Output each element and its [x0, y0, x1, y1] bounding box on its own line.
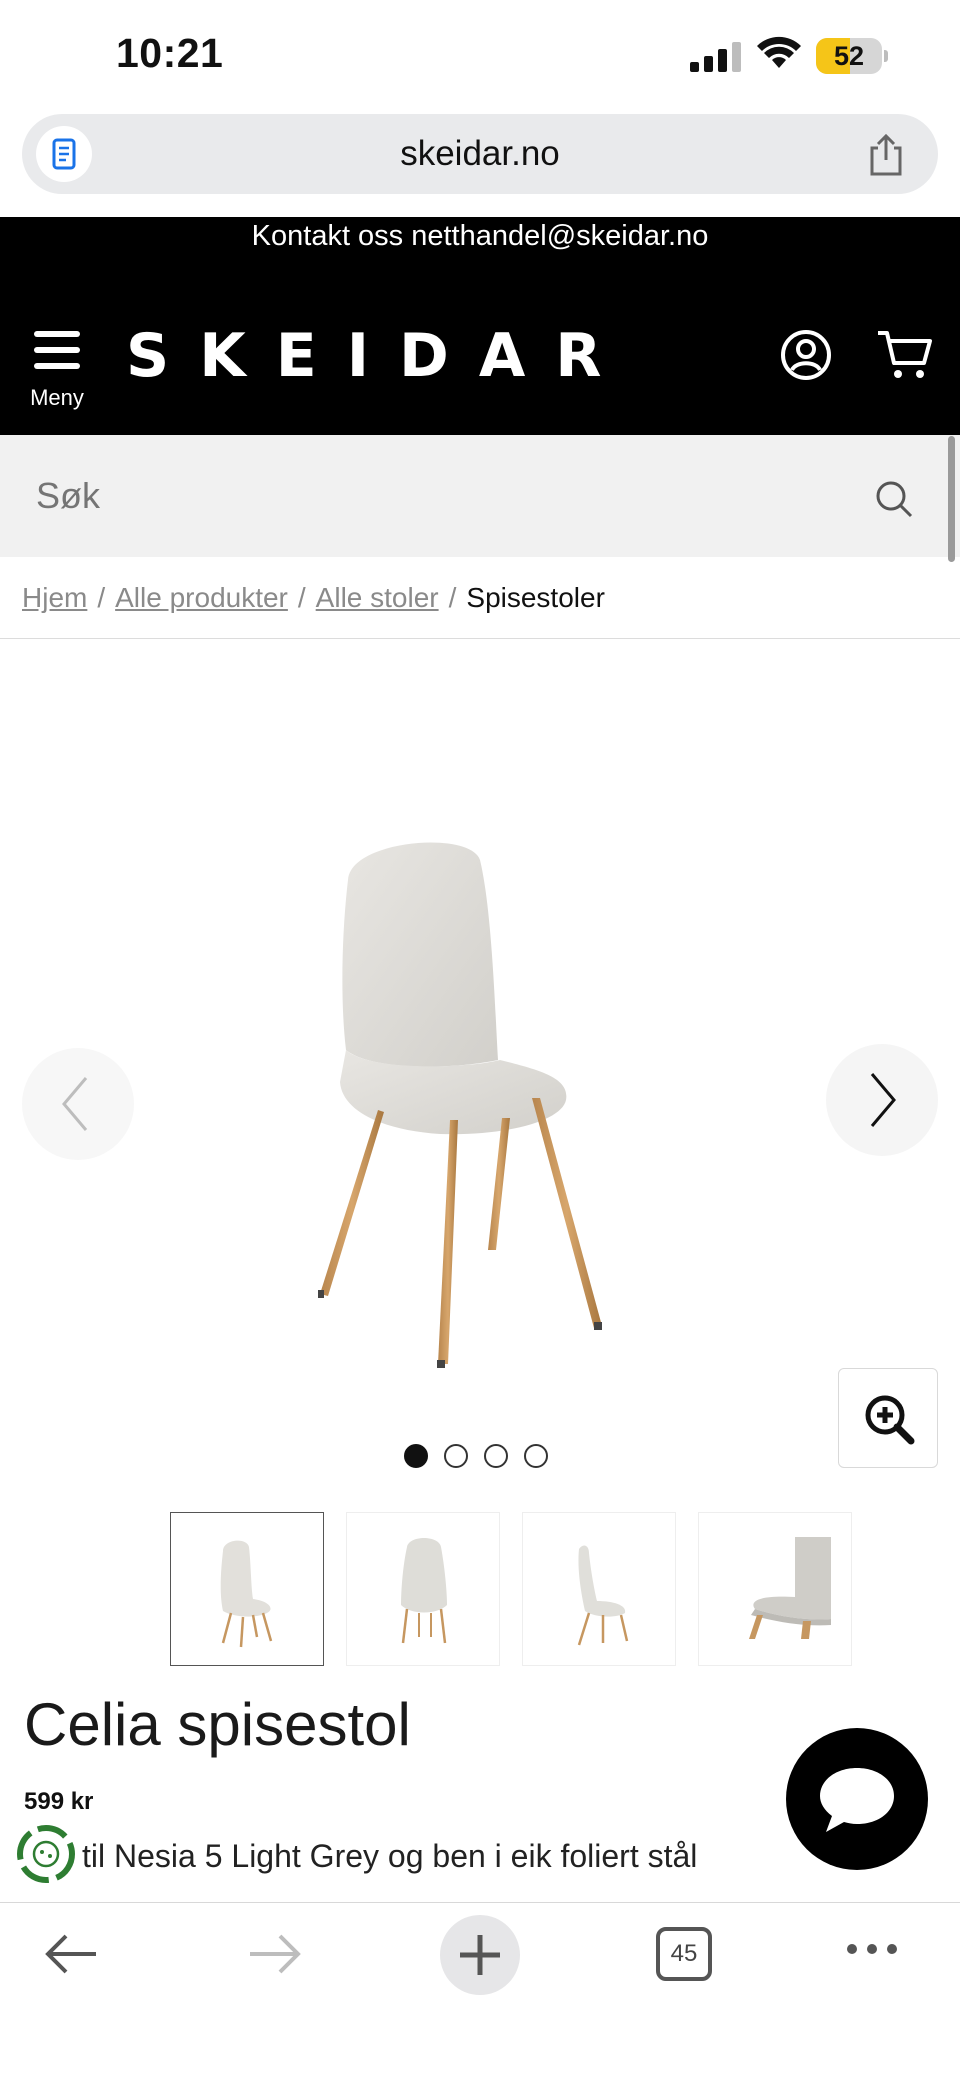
gallery-dot[interactable]: [484, 1444, 508, 1468]
gallery-prev-button[interactable]: [22, 1048, 134, 1160]
thumbnail-3[interactable]: [522, 1512, 676, 1666]
browser-toolbar: 45: [0, 1902, 960, 2077]
product-image[interactable]: [280, 820, 680, 1380]
breadcrumb-separator: /: [97, 582, 106, 613]
product-gallery: [0, 640, 960, 1480]
back-arrow-icon[interactable]: [42, 1929, 102, 1979]
breadcrumb-link-all-products[interactable]: Alle produkter: [115, 582, 288, 613]
cart-icon[interactable]: [876, 327, 934, 383]
search-icon[interactable]: [874, 479, 914, 519]
thumbnail-1[interactable]: [170, 1512, 324, 1666]
product-price: 599 kr: [24, 1788, 94, 1815]
zoom-in-icon: [865, 1395, 915, 1445]
zoom-button[interactable]: [838, 1368, 938, 1468]
search-bar: [0, 435, 960, 557]
thumbnail-strip: [0, 1512, 960, 1668]
new-tab-button[interactable]: [440, 1915, 520, 1995]
share-icon[interactable]: [864, 132, 908, 178]
thumbnail-4[interactable]: [698, 1512, 852, 1666]
product-description: til Nesia 5 Light Grey og ben i eik foli…: [82, 1838, 698, 1874]
breadcrumb-link-all-chairs[interactable]: Alle stoler: [316, 582, 439, 613]
menu-label: Meny: [30, 385, 84, 410]
site-header: Kontakt oss netthandel@skeidar.no Meny S…: [0, 217, 960, 435]
divider: [0, 638, 960, 639]
tabs-button[interactable]: 45: [656, 1927, 712, 1981]
chat-bubble-icon: [820, 1768, 894, 1832]
wifi-icon: [757, 36, 801, 68]
chevron-right-icon: [870, 1073, 896, 1127]
site-logo[interactable]: SKEIDAR: [126, 321, 631, 391]
gallery-next-button[interactable]: [826, 1044, 938, 1156]
cellular-signal-icon: [690, 42, 741, 72]
contact-banner[interactable]: Kontakt oss netthandel@skeidar.no: [0, 217, 960, 255]
plus-icon: [460, 1935, 500, 1975]
breadcrumb: Hjem / Alle produkter / Alle stoler / Spisesto…: [22, 582, 605, 622]
hamburger-icon: [34, 331, 80, 337]
eco-badge[interactable]: [14, 1822, 78, 1886]
menu-button[interactable]: Meny: [22, 327, 92, 417]
status-bar: 10:21 52: [0, 0, 960, 112]
breadcrumb-link-home[interactable]: Hjem: [22, 582, 87, 613]
product-title: Celia spisestol: [24, 1691, 411, 1758]
product-description-line2: ... ...: [82, 1886, 144, 1900]
account-icon[interactable]: [780, 329, 832, 381]
address-bar[interactable]: skeidar.no: [22, 114, 938, 194]
breadcrumb-separator: /: [297, 582, 306, 613]
chat-button[interactable]: [786, 1728, 928, 1870]
battery-indicator: 52: [816, 38, 888, 74]
scrollbar[interactable]: [948, 436, 955, 562]
status-time: 10:21: [116, 30, 224, 76]
battery-percentage: 52: [833, 41, 865, 71]
chevron-left-icon: [62, 1077, 88, 1131]
url-text[interactable]: skeidar.no: [22, 114, 938, 194]
recycle-icon: [17, 1825, 75, 1883]
gallery-dot[interactable]: [444, 1444, 468, 1468]
breadcrumb-separator: /: [448, 582, 457, 613]
breadcrumb-current: Spisestoler: [466, 582, 605, 613]
forward-arrow-icon[interactable]: [244, 1929, 304, 1979]
gallery-dot[interactable]: [524, 1444, 548, 1468]
more-icon[interactable]: [844, 1939, 900, 1959]
search-input[interactable]: [36, 435, 836, 557]
gallery-dot[interactable]: [404, 1444, 428, 1468]
thumbnail-2[interactable]: [346, 1512, 500, 1666]
